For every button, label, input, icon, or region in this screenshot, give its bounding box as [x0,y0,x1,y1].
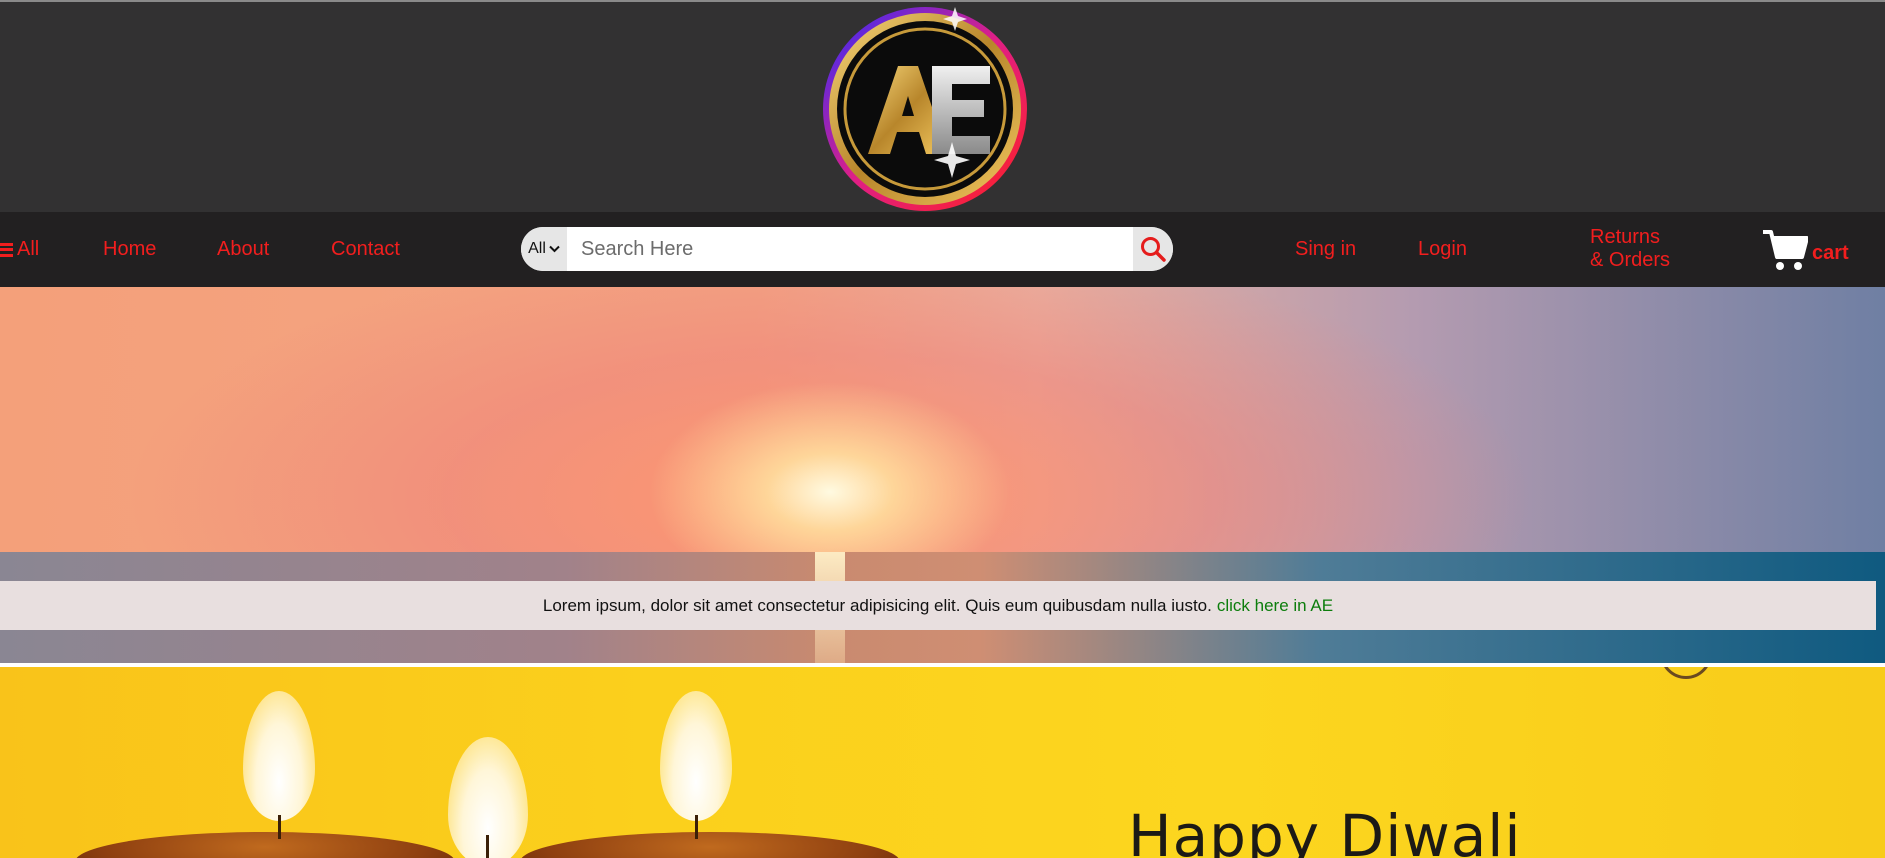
orders-label: & Orders [1590,249,1671,271]
search-icon [1141,237,1166,262]
all-menu-button[interactable]: All [0,238,39,261]
hero-notice: Lorem ipsum, dolor sit amet consectetur … [0,581,1876,630]
banner-title: Happy Diwali [1128,802,1522,858]
banner-decoration [1660,667,1712,679]
diwali-banner: Happy Diwali [0,667,1885,858]
candle-wick [278,815,281,839]
returns-orders-link[interactable]: Returns & Orders [1590,226,1670,272]
cart-icon [1763,230,1808,270]
search-category-label: All [528,240,546,257]
search-bar: All [521,227,1173,271]
main-navbar: All Home About Contact All Sing in Login… [0,212,1885,287]
candle-flame [243,691,315,821]
diya-lamp [520,832,900,858]
login-link[interactable]: Login [1418,238,1467,261]
nav-link-home[interactable]: Home [103,238,156,261]
candle-wick [486,835,489,858]
cart-label: cart [1812,241,1849,264]
search-category-select[interactable]: All [521,227,567,271]
sign-in-link[interactable]: Sing in [1295,238,1356,261]
hamburger-icon [0,242,13,257]
nav-link-about[interactable]: About [217,238,269,261]
logo-header [0,0,1885,212]
all-menu-label: All [17,238,40,260]
candle-wick [695,815,698,839]
search-button[interactable] [1133,227,1173,271]
nav-link-contact[interactable]: Contact [331,238,400,261]
ae-logo[interactable] [820,4,1030,214]
hero-notice-link[interactable]: click here in AE [1217,596,1333,616]
chevron-down-icon [549,245,560,253]
cart-button[interactable]: cart [1762,228,1849,272]
returns-label: Returns [1590,226,1661,248]
search-input[interactable] [567,227,1127,271]
diya-lamp [75,832,455,858]
candle-flame [660,691,732,821]
hero-notice-text: Lorem ipsum, dolor sit amet consectetur … [542,595,1212,615]
